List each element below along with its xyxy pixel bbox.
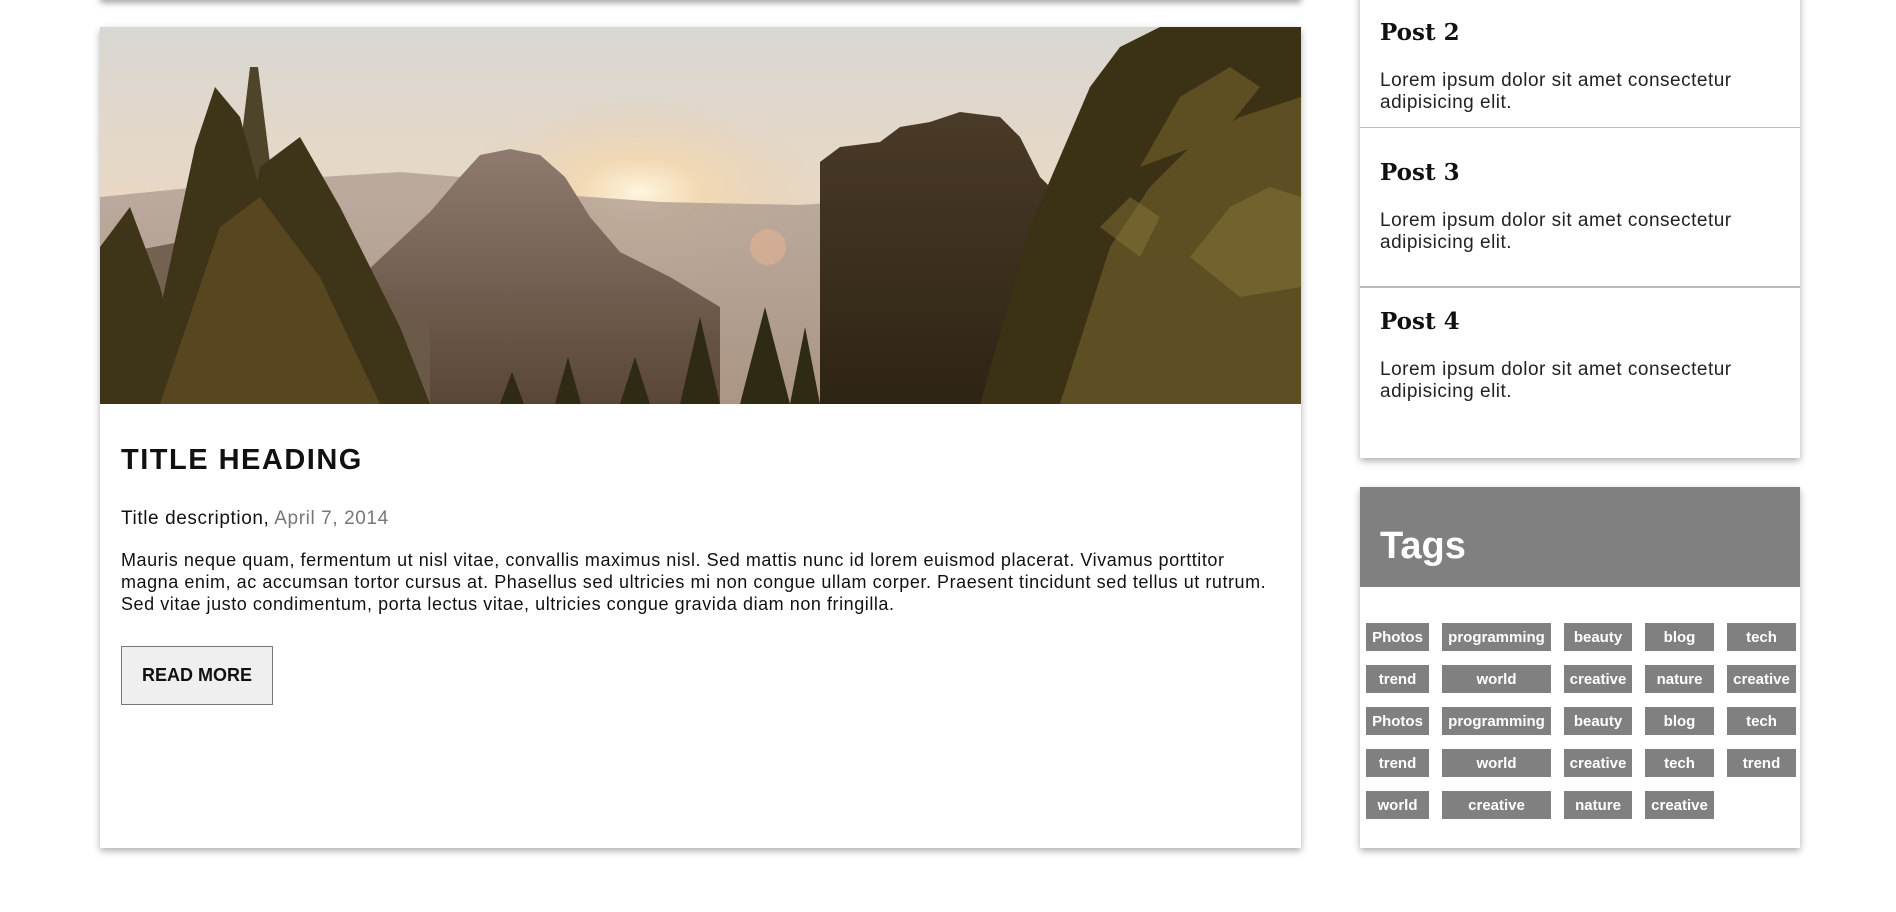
- post-item[interactable]: Post 4 Lorem ipsum dolor sit amet consec…: [1360, 287, 1800, 435]
- read-more-button[interactable]: READ MORE: [121, 646, 273, 705]
- tags-heading: Tags: [1380, 525, 1466, 567]
- tag[interactable]: tech: [1727, 707, 1796, 735]
- tag[interactable]: Photos: [1366, 707, 1429, 735]
- tag[interactable]: nature: [1564, 791, 1632, 819]
- article-card: TITLE HEADING Title description, April 7…: [100, 27, 1301, 848]
- tag[interactable]: Photos: [1366, 623, 1429, 651]
- tag[interactable]: trend: [1366, 665, 1429, 693]
- tag[interactable]: creative: [1645, 791, 1714, 819]
- tags-list: Photos programming beauty blog tech tren…: [1366, 623, 1796, 819]
- tag[interactable]: programming: [1442, 623, 1551, 651]
- article-text: Mauris neque quam, fermentum ut nisl vit…: [121, 550, 1267, 614]
- article-body: TITLE HEADING Title description, April 7…: [121, 404, 1280, 705]
- post-item[interactable]: Post 2 Lorem ipsum dolor sit amet consec…: [1360, 0, 1800, 128]
- article-date: April 7, 2014: [274, 508, 389, 529]
- page: TITLE HEADING Title description, April 7…: [0, 0, 1896, 912]
- tag[interactable]: tech: [1727, 623, 1796, 651]
- post-title[interactable]: Post 2: [1380, 19, 1780, 46]
- tags-card: Tags Photos programming beauty blog tech…: [1360, 487, 1800, 848]
- post-title[interactable]: Post 3: [1380, 159, 1780, 186]
- tag[interactable]: beauty: [1564, 623, 1632, 651]
- post-title[interactable]: Post 4: [1380, 308, 1780, 335]
- post-text: Lorem ipsum dolor sit amet consectetur a…: [1380, 70, 1732, 113]
- tag[interactable]: creative: [1564, 665, 1632, 693]
- tag[interactable]: creative: [1442, 791, 1551, 819]
- tag[interactable]: world: [1442, 749, 1551, 777]
- tag[interactable]: trend: [1366, 749, 1429, 777]
- tag[interactable]: blog: [1645, 623, 1714, 651]
- tag[interactable]: world: [1366, 791, 1429, 819]
- recent-posts-card: Post 2 Lorem ipsum dolor sit amet consec…: [1360, 0, 1800, 458]
- tag[interactable]: trend: [1727, 749, 1796, 777]
- post-text: Lorem ipsum dolor sit amet consectetur a…: [1380, 210, 1732, 253]
- article-title: TITLE HEADING: [121, 444, 363, 476]
- post-text: Lorem ipsum dolor sit amet consectetur a…: [1380, 359, 1732, 402]
- tags-header: Tags: [1360, 487, 1800, 587]
- article-description-label: Title description,: [121, 508, 275, 529]
- article-meta: Title description, April 7, 2014: [121, 508, 1280, 530]
- tag[interactable]: programming: [1442, 707, 1551, 735]
- tag[interactable]: tech: [1645, 749, 1714, 777]
- article-hero-image: [100, 27, 1301, 404]
- tag[interactable]: blog: [1645, 707, 1714, 735]
- tag[interactable]: creative: [1564, 749, 1632, 777]
- tag[interactable]: creative: [1727, 665, 1796, 693]
- tag[interactable]: world: [1442, 665, 1551, 693]
- tag[interactable]: beauty: [1564, 707, 1632, 735]
- post-item[interactable]: Post 3 Lorem ipsum dolor sit amet consec…: [1360, 139, 1800, 287]
- tag[interactable]: nature: [1645, 665, 1714, 693]
